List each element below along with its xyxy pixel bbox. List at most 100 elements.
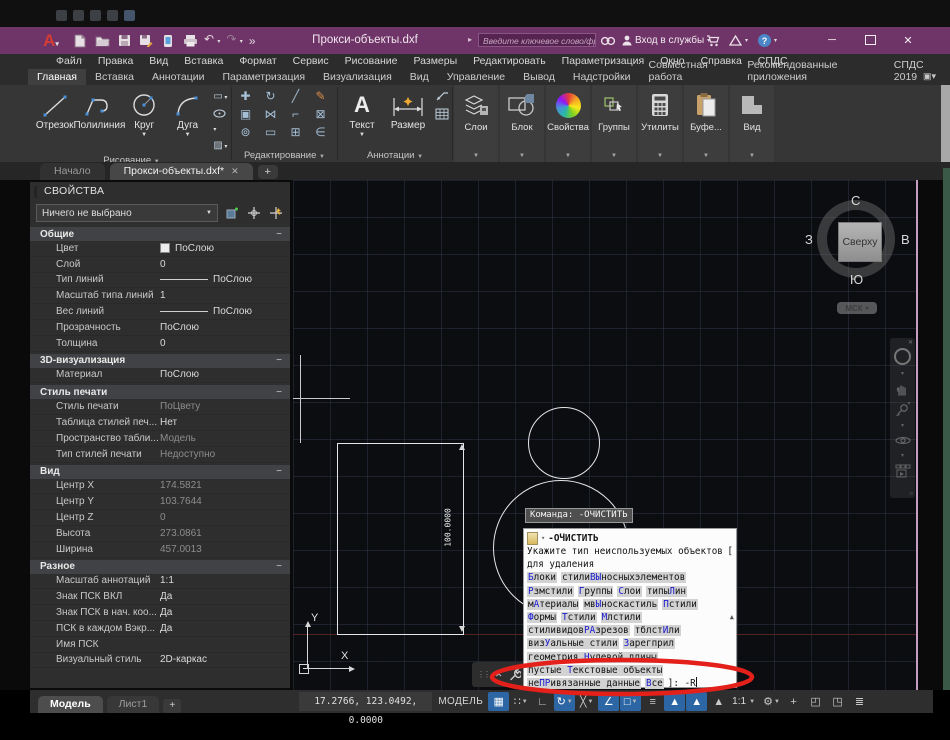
command-input-text[interactable]: ]: -R (668, 678, 696, 689)
command-option-chip[interactable]: пустые Текстовые объекты (527, 665, 663, 676)
close-icon[interactable]: ✕ (495, 669, 503, 680)
collapse-icon[interactable]: − (276, 561, 282, 572)
property-value[interactable]: 0 (160, 338, 290, 349)
select-objects-button[interactable] (245, 205, 262, 221)
command-icon[interactable] (527, 532, 538, 545)
command-option-chip[interactable]: тблстИли (634, 625, 681, 636)
offset-button[interactable]: ⊚ (240, 125, 250, 139)
isolate-objects-button[interactable]: ◰ (805, 692, 826, 711)
collapse-icon[interactable]: − (276, 229, 282, 240)
ribbon-display-toggle[interactable]: ▣▾ (923, 71, 936, 82)
property-row[interactable]: Пространство табли...Модель (30, 431, 290, 447)
help-button[interactable]: ? ▾ (758, 32, 777, 49)
menu-item-формат[interactable]: Формат (231, 54, 284, 69)
command-option-chip[interactable]: Все (645, 678, 664, 689)
file-tab[interactable]: Начало (40, 163, 105, 180)
property-row[interactable]: Масштаб аннотаций1:1 (30, 574, 290, 590)
close-button[interactable]: ✕ (888, 27, 928, 53)
property-value[interactable]: 103.7644 (160, 496, 290, 507)
command-option-chip[interactable]: Формы (527, 612, 557, 623)
erase-button[interactable]: ✎ (315, 89, 325, 103)
menu-item-параметризация[interactable]: Параметризация (554, 54, 653, 69)
collapse-icon[interactable]: − (276, 387, 282, 398)
annotation-scale-selector[interactable]: 1:1 ▼ (729, 692, 756, 711)
ribbon-tab-главная[interactable]: Главная (28, 69, 86, 85)
steering-wheel-icon[interactable] (894, 348, 911, 365)
workspace-gear-button[interactable]: ⚙▼ (761, 692, 782, 711)
command-option-chip[interactable]: Группы (578, 586, 614, 597)
pan-hand-icon[interactable] (895, 382, 910, 397)
viewcube-face-top[interactable]: Сверху (838, 222, 882, 262)
zoom-icon[interactable] (895, 402, 911, 417)
command-option-chip[interactable]: мвЫноскастиль (583, 599, 658, 610)
property-row[interactable]: Высота273.0861 (30, 526, 290, 542)
draw-button-круг[interactable]: Круг▼ (122, 88, 165, 138)
menu-item-сервис[interactable]: Сервис (285, 54, 337, 69)
plot-button[interactable] (160, 33, 176, 49)
property-value[interactable]: 0 (160, 259, 290, 270)
draw-button-полилиния[interactable]: Полилиния (76, 88, 122, 131)
ribbon-tab-параметризация[interactable]: Параметризация (214, 69, 315, 85)
polar-tracking-toggle[interactable]: ↻▼ (554, 692, 575, 711)
command-option-chip[interactable]: Рзмстили (527, 586, 574, 597)
property-row[interactable]: Центр X174.5821 (30, 479, 290, 495)
maximize-button[interactable] (850, 27, 890, 53)
menu-item-вставка[interactable]: Вставка (176, 54, 231, 69)
section-header[interactable]: Стиль печати− (30, 385, 290, 399)
property-value[interactable]: ПоЦвету (160, 401, 290, 412)
ribbon-panel-[interactable]: Свойства▼ (546, 85, 590, 162)
save-as-button[interactable] (138, 33, 154, 49)
new-layout-button[interactable]: + (163, 699, 181, 713)
menu-item-редактировать[interactable]: Редактировать (465, 54, 554, 69)
array-button[interactable]: ⊞ (290, 125, 300, 139)
property-value[interactable]: 1 (160, 290, 290, 301)
chevron-down-icon[interactable]: ▼ (473, 151, 479, 162)
viewcube-north[interactable]: С (851, 193, 860, 208)
annotate-button-текст[interactable]: АТекст▼ (339, 88, 385, 138)
close-icon[interactable]: ✕ (908, 339, 913, 346)
property-row[interactable]: Имя ПСК (30, 637, 290, 653)
annotation-visibility-toggle[interactable]: ▲ (664, 692, 685, 711)
draw-button-отрезок[interactable]: Отрезок (33, 88, 76, 131)
command-option-chip[interactable]: Зарегприл (623, 638, 675, 649)
chevron-down-icon[interactable]: ▼ (611, 151, 617, 162)
search-history-icon[interactable]: ▸ (468, 35, 472, 44)
lineweight-toggle[interactable]: ≡ (642, 692, 663, 711)
chevron-down-icon[interactable]: ▾ (541, 534, 545, 542)
property-value[interactable]: ПоСлою (160, 306, 290, 317)
annotate-button-размер[interactable]: Размер (385, 88, 431, 131)
ribbon-panel-[interactable]: Утилиты▼ (638, 85, 682, 162)
command-window[interactable]: ▾ -ОЧИСТИТЬ [Укажите тип неиспользуемых … (523, 528, 737, 688)
property-row[interactable]: Толщина0 (30, 336, 290, 352)
property-value[interactable]: ПоСлою (160, 274, 290, 285)
hatch-button[interactable]: ▨ ▾ (213, 139, 230, 154)
property-row[interactable]: Визуальный стиль2D-каркас (30, 653, 290, 669)
chevron-down-icon[interactable]: ▼ (749, 151, 755, 162)
property-row[interactable]: ПрозрачностьПоСлою (30, 320, 290, 336)
command-option-chip[interactable]: Блоки (527, 572, 557, 583)
property-row[interactable]: МатериалПоСлою (30, 368, 290, 384)
new-file-button[interactable] (72, 33, 88, 49)
mirror-button[interactable]: ⋈ (265, 107, 277, 121)
menu-item-рисование[interactable]: Рисование (337, 54, 406, 69)
snap-toggle[interactable]: ∷▼ (510, 692, 531, 711)
close-tab-icon[interactable]: ✕ (231, 166, 239, 176)
command-option-chip[interactable]: Слои (617, 586, 641, 597)
wcs-button[interactable]: МСК▾ (837, 302, 877, 314)
viewcube-south[interactable]: Ю (850, 272, 863, 287)
command-option-chip[interactable]: геометрия Нулевой длины (527, 652, 658, 663)
crosshair-button[interactable]: + (783, 692, 804, 711)
section-header[interactable]: Вид− (30, 465, 290, 479)
command-option-chip[interactable]: типыЛин (646, 586, 687, 597)
property-row[interactable]: Масштаб типа линий1 (30, 288, 290, 304)
chevron-down-icon[interactable]: ▼ (632, 699, 638, 705)
draw-button-дуга[interactable]: Дуга▼ (166, 88, 209, 138)
property-value[interactable]: ПоСлою (160, 243, 290, 254)
command-option-chip[interactable]: стилиВЫносныхэлементов (561, 572, 686, 583)
command-option-chip[interactable]: визУальные стили (527, 638, 619, 649)
palette-grip[interactable] (34, 186, 37, 198)
ortho-toggle[interactable]: ∟ (532, 692, 553, 711)
property-row[interactable]: Тип стилей печатиНедоступно (30, 447, 290, 463)
property-value[interactable]: Нет (160, 417, 290, 428)
command-option-chip[interactable]: Пстили (662, 599, 698, 610)
